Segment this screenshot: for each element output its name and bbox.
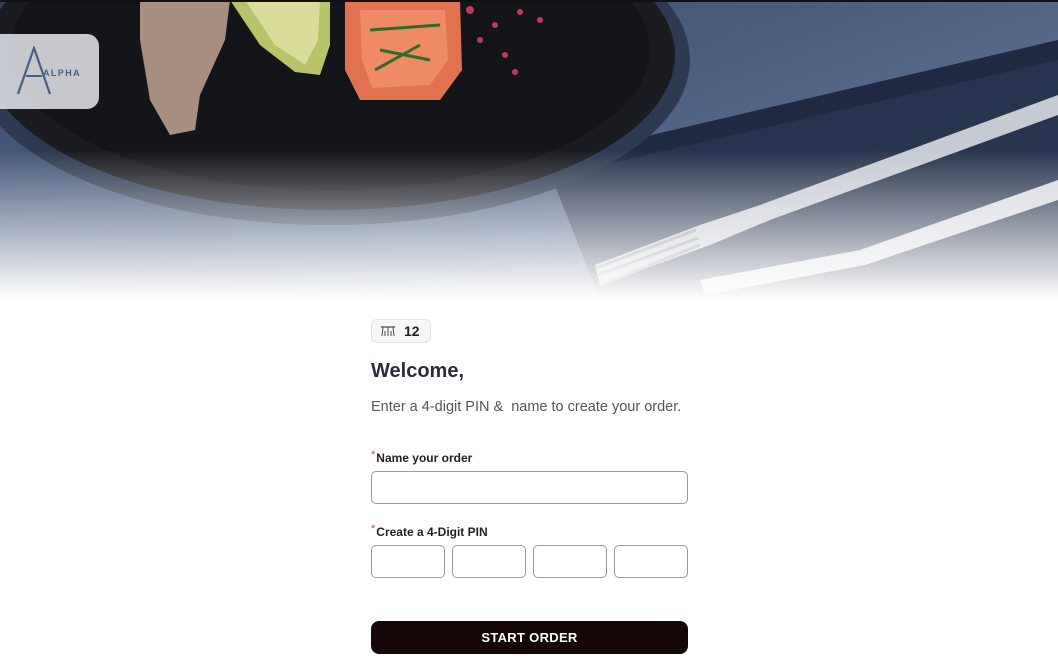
table-icon xyxy=(381,326,395,337)
welcome-heading: Welcome, xyxy=(371,360,464,382)
hero-image xyxy=(0,0,1058,300)
pin-label-text: Create a 4-Digit PIN xyxy=(376,525,488,539)
pin-digit-4[interactable] xyxy=(614,545,688,578)
pin-digit-2[interactable] xyxy=(452,545,526,578)
brand-logo[interactable]: ALPHA xyxy=(0,34,99,109)
order-form: 12 Welcome, Enter a 4-digit PIN & name t… xyxy=(371,319,688,654)
pin-digit-3[interactable] xyxy=(533,545,607,578)
brand-name: ALPHA xyxy=(43,68,81,78)
required-marker: * xyxy=(371,449,376,461)
name-label-text: Name your order xyxy=(376,451,473,465)
pin-input-group xyxy=(371,545,688,578)
start-order-button[interactable]: START ORDER xyxy=(371,621,688,654)
table-number: 12 xyxy=(404,323,420,339)
name-field-label: *Name your order xyxy=(371,449,688,465)
pin-digit-1[interactable] xyxy=(371,545,445,578)
table-number-badge: 12 xyxy=(371,319,431,343)
top-border xyxy=(0,0,1058,2)
pin-field-label: *Create a 4-Digit PIN xyxy=(371,523,688,539)
required-marker: * xyxy=(371,523,376,535)
order-name-input[interactable] xyxy=(371,471,688,504)
welcome-subtitle: Enter a 4-digit PIN & name to create you… xyxy=(371,399,682,415)
